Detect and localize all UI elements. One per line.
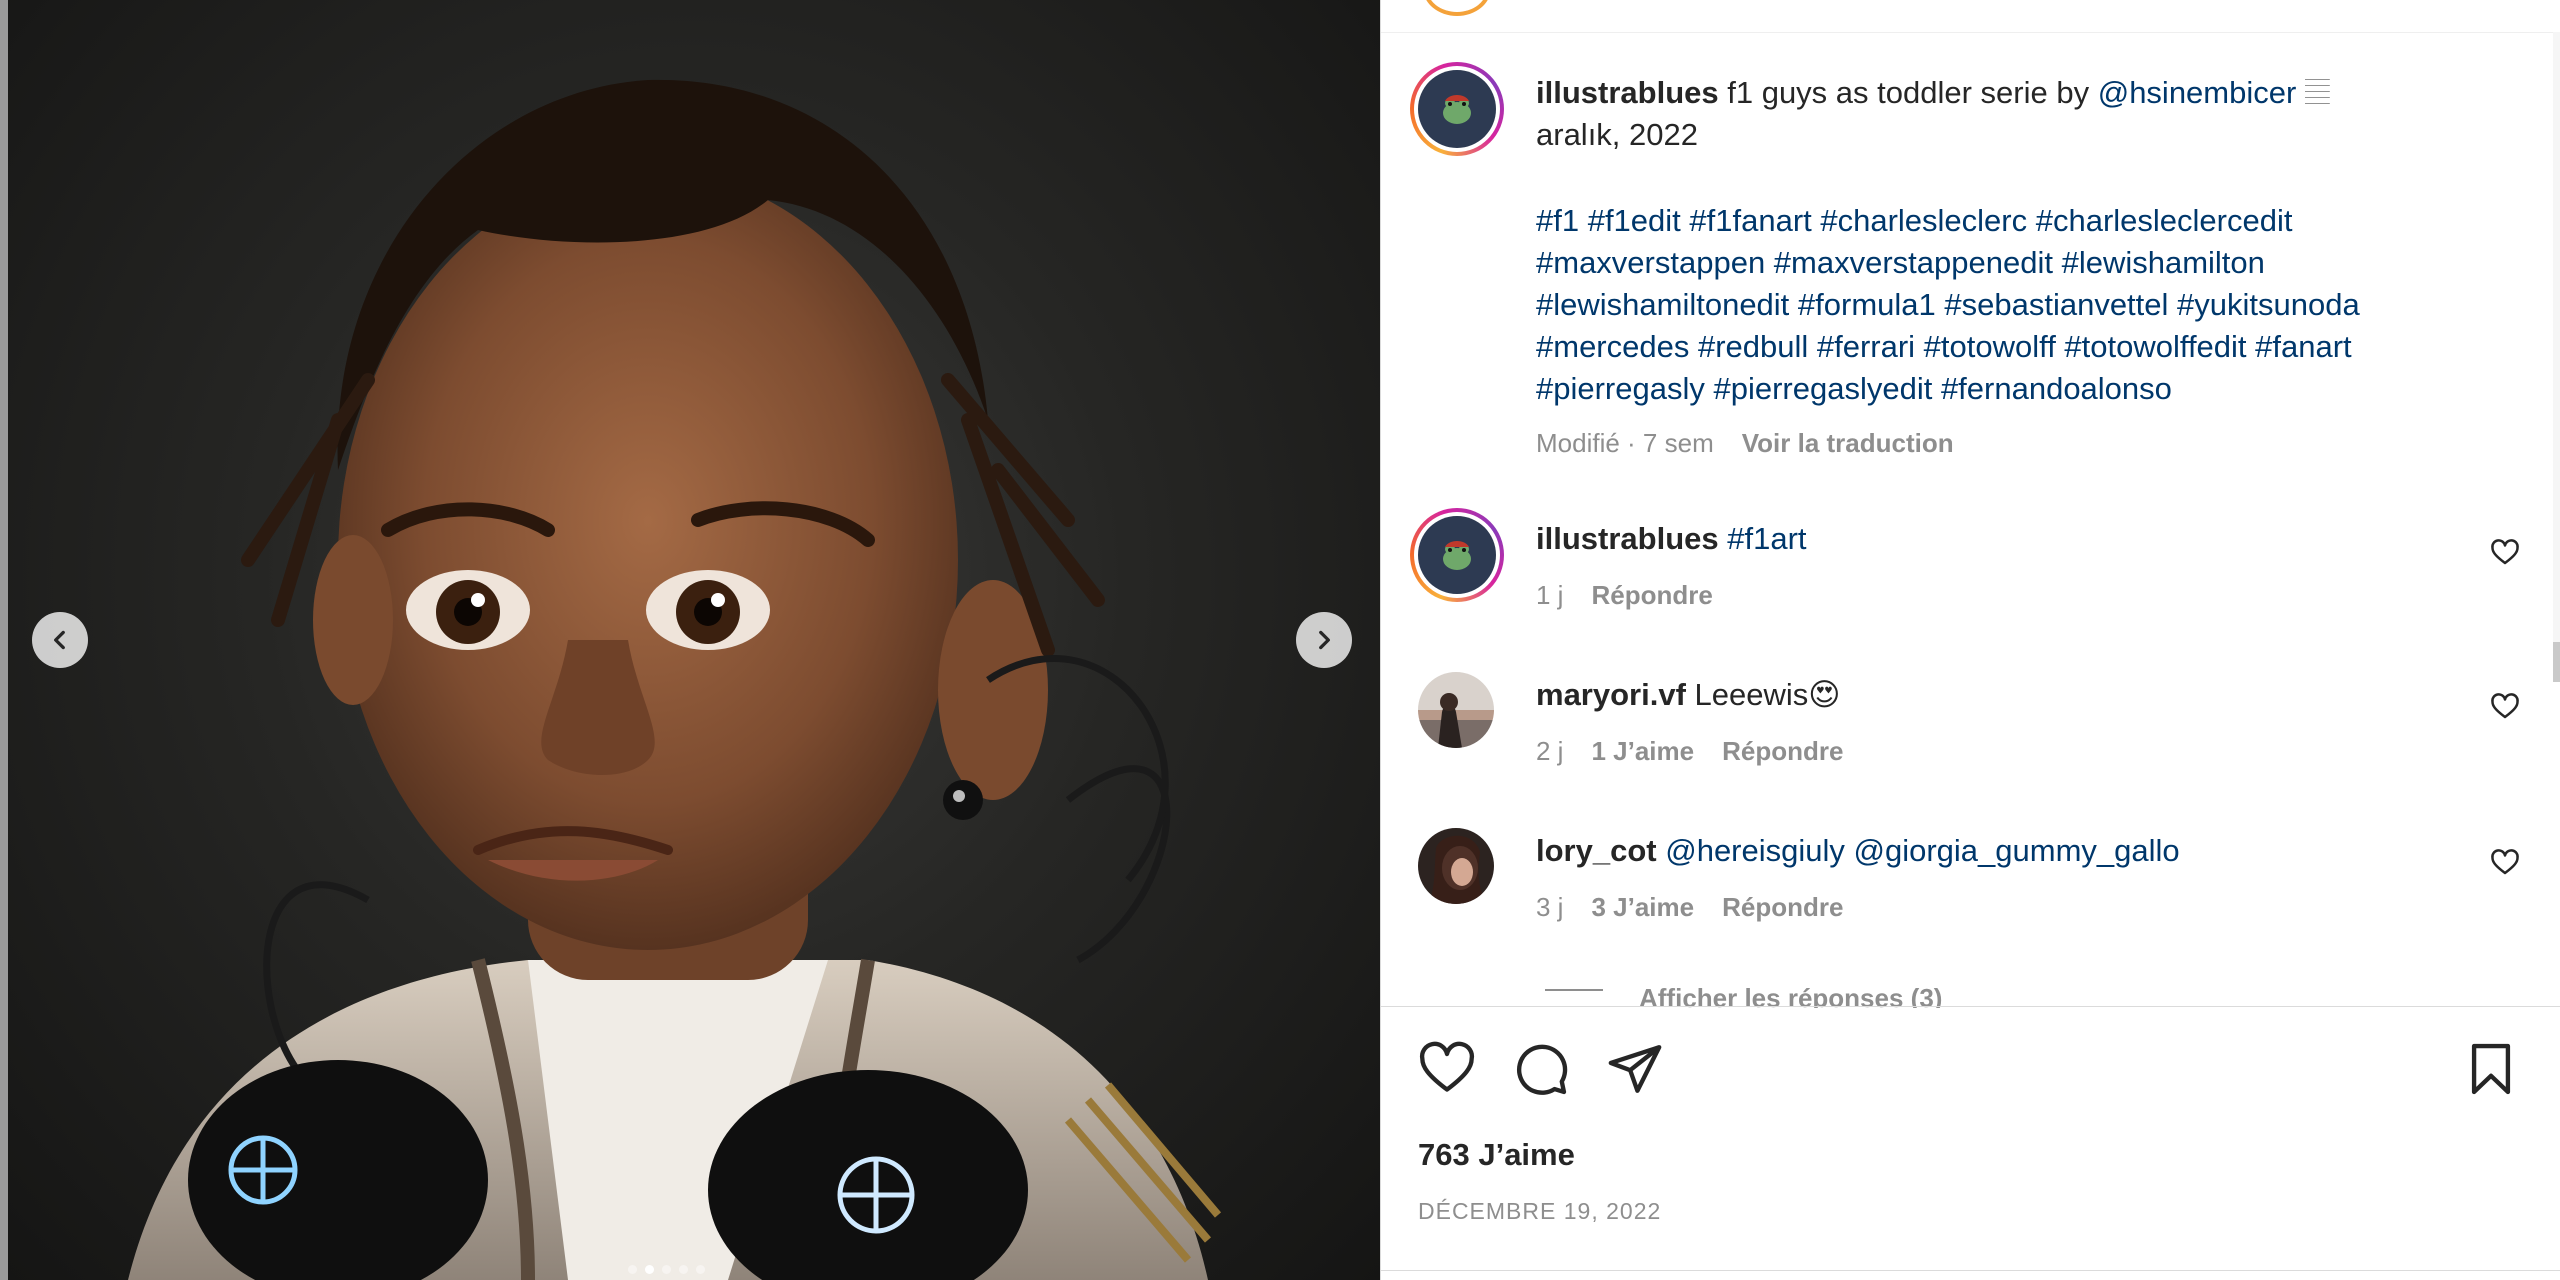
bottom-divider: [1380, 1270, 2560, 1271]
reply-button[interactable]: Répondre: [1722, 892, 1843, 923]
next-image-button[interactable]: [1296, 612, 1352, 668]
carousel-dot: [662, 1265, 671, 1274]
caption-text: f1 guys as toddler serie by: [1727, 75, 2090, 110]
comment-likes-count[interactable]: 1 J’aime: [1591, 736, 1694, 767]
view-replies-label: Afficher les réponses (3): [1639, 982, 1943, 1009]
caption-line-2: aralık, 2022: [1536, 117, 1698, 152]
replies-divider-line: [1545, 989, 1603, 991]
hashtag-line[interactable]: #mercedes #redbull #ferrari #totowolff #…: [1536, 326, 2352, 368]
caption-line-1: illustrablues f1 guys as toddler serie b…: [1536, 72, 2330, 114]
comments-scrollbar[interactable]: [2553, 32, 2560, 682]
caption-meta: Modifié · 7 sem Voir la traduction: [1536, 428, 1954, 459]
chevron-left-icon: [54, 630, 65, 650]
scrollbar-thumb[interactable]: [2553, 642, 2560, 682]
hashtag-line[interactable]: #f1 #f1edit #f1fanart #charlesleclerc #c…: [1536, 200, 2292, 242]
hashtag-line[interactable]: #maxverstappen #maxverstappenedit #lewis…: [1536, 242, 2265, 284]
hashtag-line[interactable]: #pierregasly #pierregaslyedit #fernandoa…: [1536, 368, 2172, 410]
comment-username[interactable]: illustrablues: [1536, 521, 1719, 556]
comment-text: Leeewis😍: [1694, 677, 1841, 712]
actions-divider: [1380, 1006, 2560, 1007]
bookmark-icon[interactable]: [2462, 1040, 2520, 1098]
comment-time: 1 j: [1536, 580, 1564, 610]
hashtag-line[interactable]: #lewishamiltonedit #formula1 #sebastianv…: [1536, 284, 2360, 326]
header-avatar-ring[interactable]: [1423, 0, 1491, 16]
comment-avatar[interactable]: [1418, 828, 1494, 904]
comment-time: 2 j: [1536, 736, 1564, 766]
caption-mention-link[interactable]: @hsinembicer: [2098, 75, 2297, 110]
post-header-bar: [1381, 0, 2560, 33]
chevron-right-icon: [1319, 630, 1330, 650]
edited-timestamp: Modifié · 7 sem: [1536, 428, 1714, 458]
comment-meta: 2 j 1 J’aime Répondre: [1536, 736, 1843, 767]
post-date: DÉCEMBRE 19, 2022: [1418, 1198, 1662, 1224]
carousel-dot: [628, 1265, 637, 1274]
post-image-illustration: [128, 79, 1222, 1280]
reply-button[interactable]: Répondre: [1591, 580, 1712, 611]
carousel-dot: [679, 1265, 688, 1274]
caption-author-username[interactable]: illustrablues: [1536, 75, 1719, 110]
comment-like-heart-icon[interactable]: [2490, 538, 2520, 568]
comment-time: 3 j: [1536, 892, 1564, 922]
previous-image-button[interactable]: [32, 612, 88, 668]
beach-photo-avatar: [1418, 672, 1494, 748]
comment-text-row: illustrablues #f1art: [1536, 518, 1807, 560]
paper-plane-icon[interactable]: [1606, 1040, 1664, 1098]
comment-text-row: lory_cot @hereisgiuly @giorgia_gummy_gal…: [1536, 830, 2180, 872]
comment-username[interactable]: maryori.vf: [1536, 677, 1686, 712]
comment-meta: 1 j Répondre: [1536, 580, 1713, 611]
comment-text-row: maryori.vf Leeewis😍: [1536, 674, 1841, 716]
see-translation-button[interactable]: Voir la traduction: [1742, 428, 1954, 459]
heart-icon[interactable]: [1418, 1040, 1476, 1098]
frog-avatar-icon: [1443, 541, 1471, 570]
carousel-dot: [696, 1265, 705, 1274]
likes-count[interactable]: 763 J’aime: [1418, 1137, 1575, 1173]
comment-avatar[interactable]: [1410, 508, 1504, 602]
comment-meta: 3 j 3 J’aime Répondre: [1536, 892, 1843, 923]
comment-avatar[interactable]: [1418, 672, 1494, 748]
comment-username[interactable]: lory_cot: [1536, 833, 1657, 868]
portrait-photo-avatar: [1418, 828, 1494, 904]
caption-emoji: 𝄚: [2304, 75, 2330, 110]
carousel-dot-active: [645, 1265, 654, 1274]
comment-like-heart-icon[interactable]: [2490, 692, 2520, 722]
reply-button[interactable]: Répondre: [1722, 736, 1843, 767]
post-media: [8, 0, 1380, 1280]
comment-text[interactable]: @hereisgiuly @giorgia_gummy_gallo: [1665, 833, 2179, 868]
frog-avatar-icon: [1443, 95, 1471, 124]
carousel-indicators: [628, 1265, 705, 1274]
comment-like-heart-icon[interactable]: [2490, 848, 2520, 878]
comment-text[interactable]: #f1art: [1727, 521, 1806, 556]
page-backdrop: [0, 0, 8, 1280]
comment-icon[interactable]: [1512, 1040, 1570, 1098]
caption-author-avatar[interactable]: [1410, 62, 1504, 156]
view-replies-button[interactable]: Afficher les réponses (3): [1545, 972, 1942, 1008]
comment-likes-count[interactable]: 3 J’aime: [1591, 892, 1694, 923]
